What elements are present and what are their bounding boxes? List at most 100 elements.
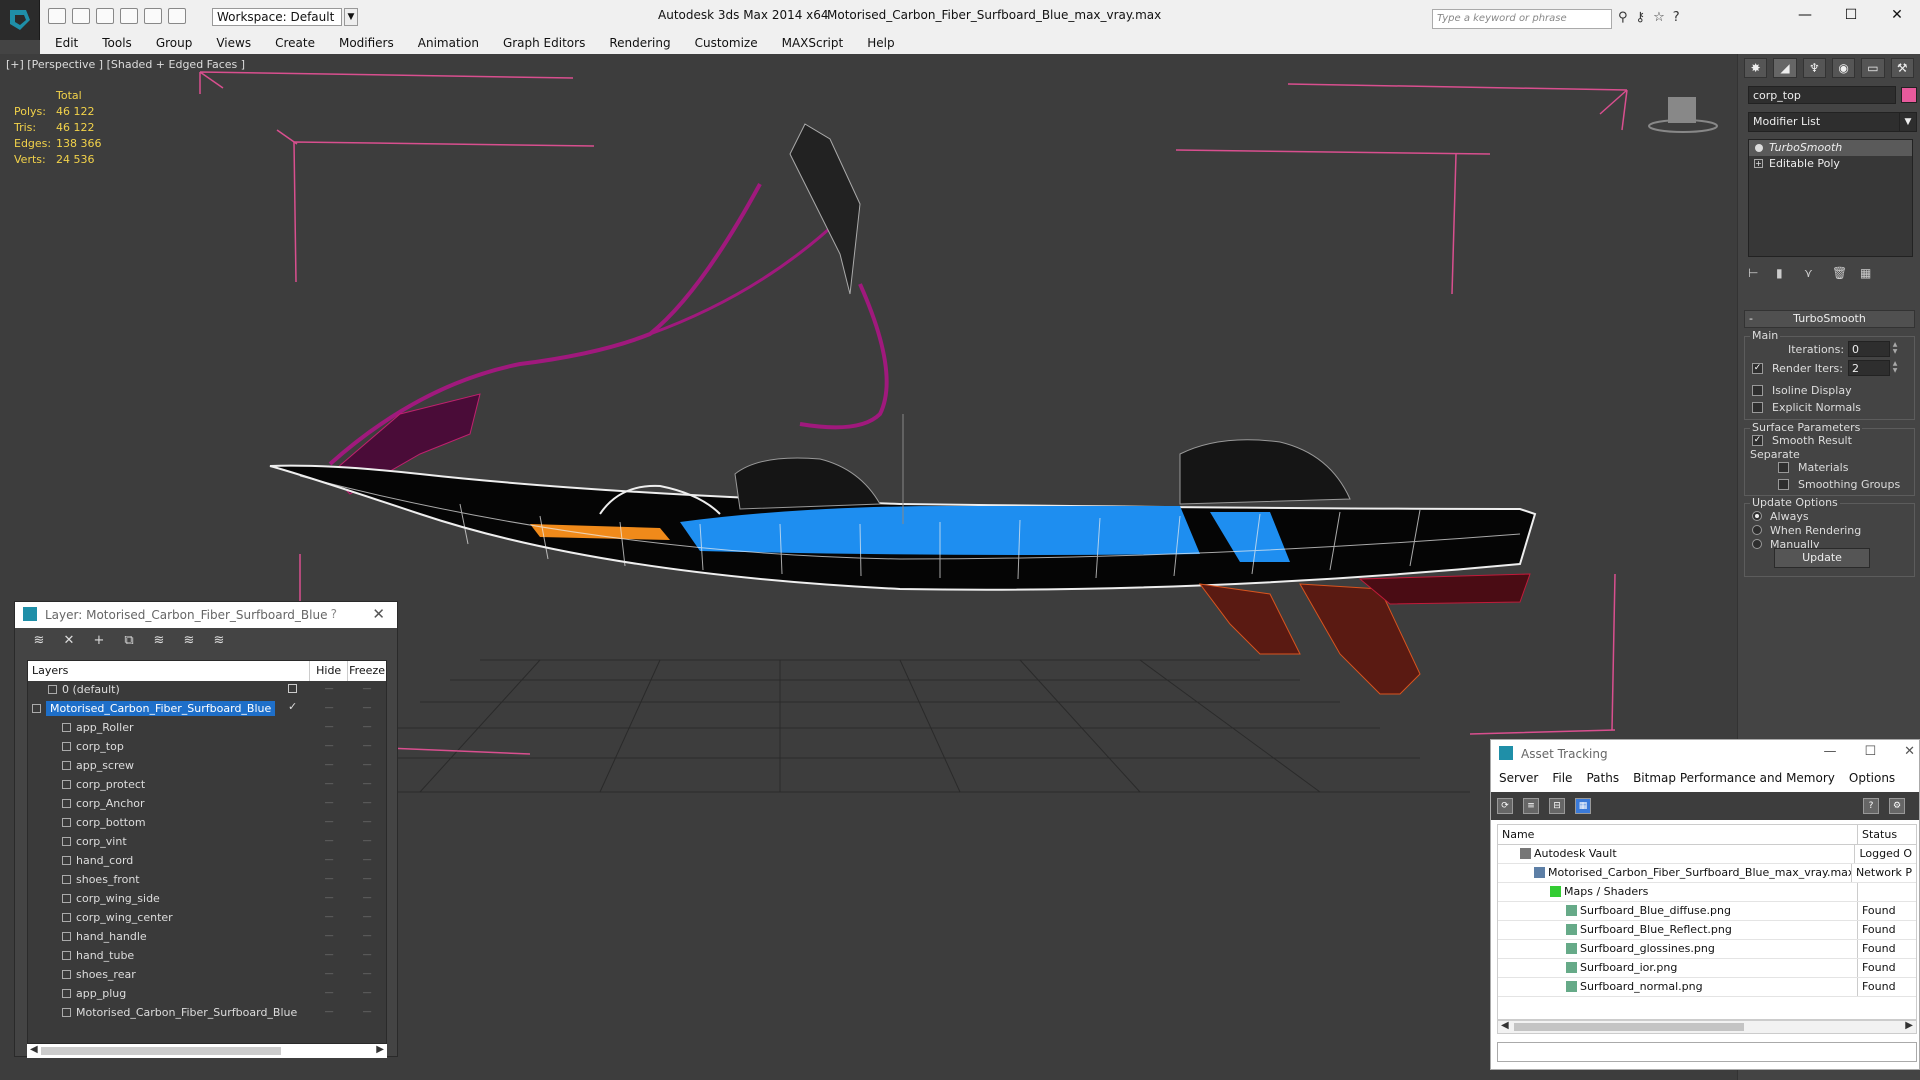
- freeze-toggle[interactable]: —: [348, 814, 386, 833]
- freeze-toggle[interactable]: —: [348, 928, 386, 947]
- help-icon[interactable]: ?: [1673, 10, 1680, 25]
- freeze-toggle[interactable]: —: [348, 833, 386, 852]
- minimize-button[interactable]: —: [1782, 0, 1828, 32]
- update-button[interactable]: Update: [1774, 548, 1870, 568]
- modifier-list-dropdown[interactable]: Modifier List: [1748, 112, 1906, 132]
- menu-create[interactable]: Create: [275, 36, 315, 50]
- hide-toggle[interactable]: —: [310, 700, 348, 719]
- lightbulb-icon[interactable]: [1755, 144, 1763, 152]
- hide-toggle[interactable]: —: [310, 776, 348, 795]
- layer-row[interactable]: 0 (default) — —: [28, 681, 386, 700]
- new-file-icon[interactable]: [48, 8, 66, 24]
- close-button[interactable]: ✕: [1904, 744, 1915, 759]
- hide-toggle[interactable]: —: [310, 719, 348, 738]
- freeze-toggle[interactable]: —: [348, 757, 386, 776]
- close-button[interactable]: ✕: [1874, 0, 1920, 32]
- freeze-toggle[interactable]: —: [348, 1004, 386, 1023]
- hide-all-icon[interactable]: ≋: [181, 634, 197, 650]
- col-hide[interactable]: Hide: [310, 661, 349, 681]
- freeze-toggle[interactable]: —: [348, 909, 386, 928]
- freeze-toggle[interactable]: —: [348, 852, 386, 871]
- viewport-label[interactable]: [+] [Perspective ] [Shaded + Edged Faces…: [6, 58, 245, 71]
- freeze-toggle[interactable]: —: [348, 871, 386, 890]
- asset-path-field[interactable]: [1497, 1042, 1917, 1062]
- hide-toggle[interactable]: —: [310, 928, 348, 947]
- layer-horizontal-scrollbar[interactable]: ◀ ▶: [27, 1044, 387, 1058]
- hide-toggle[interactable]: —: [310, 814, 348, 833]
- layer-row[interactable]: shoes_front — —: [28, 871, 386, 890]
- hide-toggle[interactable]: —: [310, 852, 348, 871]
- isoline-display-checkbox[interactable]: [1752, 385, 1763, 396]
- scroll-left-icon[interactable]: ◀: [1501, 1020, 1509, 1031]
- list-view-icon[interactable]: ≡: [1523, 798, 1539, 814]
- current-layer-box-icon[interactable]: [288, 684, 297, 693]
- menu-group[interactable]: Group: [156, 36, 193, 50]
- add-to-layer-icon[interactable]: +: [91, 634, 107, 650]
- manually-radio[interactable]: [1752, 539, 1762, 549]
- hide-toggle[interactable]: —: [310, 890, 348, 909]
- layer-row[interactable]: corp_Anchor — —: [28, 795, 386, 814]
- freeze-toggle[interactable]: —: [348, 700, 386, 719]
- minimize-button[interactable]: —: [1823, 744, 1836, 759]
- undo-icon[interactable]: [120, 8, 138, 24]
- object-name-field[interactable]: corp_top: [1748, 86, 1896, 104]
- layer-row[interactable]: hand_handle — —: [28, 928, 386, 947]
- chevron-down-icon[interactable]: ▼: [344, 8, 358, 26]
- menu-views[interactable]: Views: [216, 36, 251, 50]
- create-layer-icon[interactable]: ≋: [31, 634, 47, 650]
- layer-row[interactable]: corp_bottom — —: [28, 814, 386, 833]
- freeze-toggle[interactable]: —: [348, 681, 386, 700]
- asset-row[interactable]: Surfboard_ior.png Found: [1498, 959, 1916, 978]
- asset-row[interactable]: Surfboard_normal.png Found: [1498, 978, 1916, 997]
- menu-animation[interactable]: Animation: [418, 36, 479, 50]
- workspace-dropdown[interactable]: Workspace: Default: [212, 8, 342, 26]
- display-tab-icon[interactable]: ▭: [1861, 58, 1885, 78]
- render-iters-spinner[interactable]: 2: [1848, 360, 1890, 376]
- layer-row[interactable]: corp_protect — —: [28, 776, 386, 795]
- stack-item-editable-poly[interactable]: + Editable Poly: [1749, 156, 1912, 172]
- remove-modifier-icon[interactable]: 🗑: [1832, 266, 1847, 282]
- layer-row[interactable]: Motorised_Carbon_Fiber_Surfboard_Blue ✓ — —: [28, 700, 386, 719]
- menu-customize[interactable]: Customize: [695, 36, 758, 50]
- freeze-toggle[interactable]: —: [348, 795, 386, 814]
- key-icon[interactable]: ⚷: [1636, 10, 1646, 25]
- col-freeze[interactable]: Freeze: [348, 661, 386, 681]
- col-layers[interactable]: Layers: [28, 661, 311, 681]
- menu-maxscript[interactable]: MAXScript: [782, 36, 844, 50]
- hide-toggle[interactable]: —: [310, 871, 348, 890]
- when-rendering-radio[interactable]: [1752, 525, 1762, 535]
- menu-modifiers[interactable]: Modifiers: [339, 36, 394, 50]
- menu-help[interactable]: Help: [867, 36, 894, 50]
- table-view-icon[interactable]: ▦: [1575, 798, 1591, 814]
- create-tab-icon[interactable]: ✸: [1744, 58, 1768, 78]
- freeze-toggle[interactable]: —: [348, 776, 386, 795]
- stack-item-turbosmooth[interactable]: TurboSmooth: [1749, 140, 1912, 156]
- pin-stack-icon[interactable]: ⊢: [1748, 266, 1762, 282]
- spinner-arrows-icon[interactable]: ▲ ▼: [1890, 341, 1900, 357]
- hierarchy-tab-icon[interactable]: ♆: [1802, 58, 1826, 78]
- scroll-left-icon[interactable]: ◀: [30, 1044, 38, 1055]
- smoothing-groups-checkbox[interactable]: [1778, 479, 1789, 490]
- asset-row[interactable]: Motorised_Carbon_Fiber_Surfboard_Blue_ma…: [1498, 864, 1916, 883]
- save-file-icon[interactable]: [96, 8, 114, 24]
- turbosmooth-rollout-header[interactable]: - TurboSmooth: [1744, 310, 1915, 328]
- always-radio[interactable]: [1752, 511, 1762, 521]
- layer-row[interactable]: shoes_rear — —: [28, 966, 386, 985]
- hide-toggle[interactable]: —: [310, 738, 348, 757]
- hide-toggle[interactable]: —: [310, 909, 348, 928]
- freeze-toggle[interactable]: —: [348, 738, 386, 757]
- chevron-down-icon[interactable]: ▼: [1899, 112, 1917, 132]
- layer-row[interactable]: app_plug — —: [28, 985, 386, 1004]
- highlight-layer-icon[interactable]: ≋: [151, 634, 167, 650]
- show-end-result-icon[interactable]: ▮: [1776, 266, 1790, 282]
- project-folder-icon[interactable]: [168, 8, 186, 24]
- make-unique-icon[interactable]: ⋎: [1804, 266, 1818, 282]
- layer-dialog-titlebar[interactable]: Layer: Motorised_Carbon_Fiber_Surfboard_…: [15, 602, 397, 628]
- menu-rendering[interactable]: Rendering: [609, 36, 670, 50]
- smooth-result-checkbox[interactable]: ✓: [1752, 435, 1763, 446]
- layer-row[interactable]: corp_wing_side — —: [28, 890, 386, 909]
- menu-graph-editors[interactable]: Graph Editors: [503, 36, 585, 50]
- hide-toggle[interactable]: —: [310, 1004, 348, 1023]
- select-objects-icon[interactable]: ⧉: [121, 634, 137, 650]
- hide-toggle[interactable]: —: [310, 947, 348, 966]
